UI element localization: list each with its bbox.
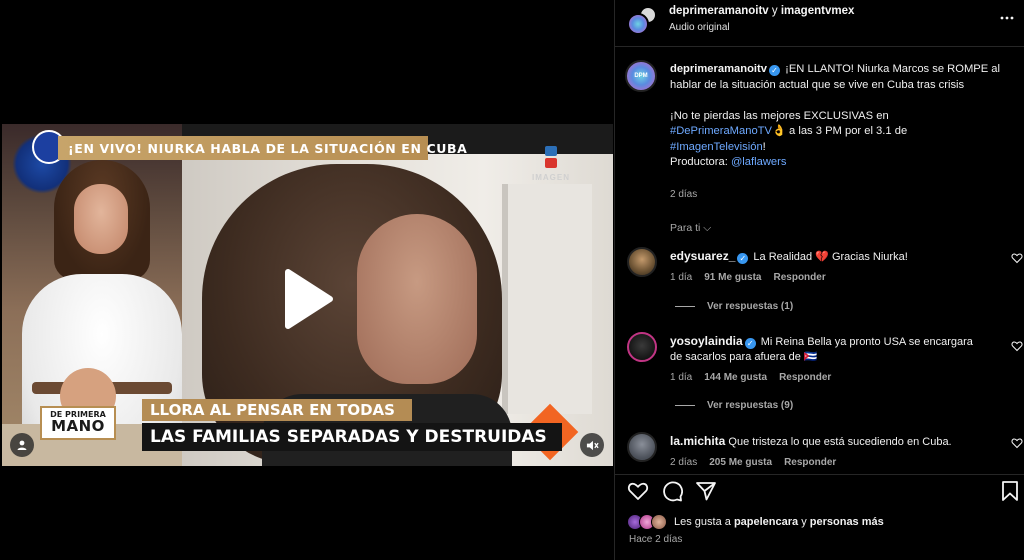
view-replies-label: Ver respuestas (1): [707, 301, 794, 312]
comment-body: La Realidad 💔 Gracias Niurka!: [750, 251, 908, 263]
media-pane: ¡EN VIVO! NIURKA HABLA DE LA SITUACIÓN E…: [0, 0, 614, 560]
hashtag-link[interactable]: #ImagenTelevisión: [670, 141, 763, 153]
muted-speaker-icon[interactable]: [580, 433, 604, 457]
comment-meta: 1 día 144 Me gusta Responder: [670, 372, 831, 383]
top-banner: ¡EN VIVO! NIURKA HABLA DE LA SITUACIÓN E…: [58, 136, 467, 160]
comment-icon[interactable]: [661, 480, 683, 502]
show-logo: DE PRIMERA MANO: [40, 406, 116, 440]
view-replies-button[interactable]: Ver respuestas (1): [675, 301, 793, 312]
comment-time: 2 días: [670, 457, 698, 468]
likes-summary: Les gusta a papelencara y personas más: [627, 514, 1017, 532]
comment-username[interactable]: yosoylaindia: [670, 334, 743, 348]
author-link-2[interactable]: imagentvmex: [781, 5, 855, 17]
user-tag-glyph: [17, 440, 27, 450]
play-icon[interactable]: [272, 264, 342, 334]
comment-username[interactable]: la.michita: [670, 434, 725, 448]
author-link-1[interactable]: deprimeramanoitv: [669, 5, 769, 17]
imagen-logo-text: IMAGEN: [532, 173, 570, 182]
comment-meta: 1 día 91 Me gusta Responder: [670, 272, 826, 283]
caption-username[interactable]: deprimeramanoitv: [670, 63, 767, 75]
comment-like-heart-icon[interactable]: [1011, 437, 1023, 449]
comment-like-heart-icon[interactable]: [1011, 252, 1023, 264]
muted-speaker-glyph: [586, 440, 599, 450]
imagen-logo: IMAGEN: [529, 146, 573, 186]
comment-username[interactable]: edysuarez_: [670, 249, 735, 263]
imagen-logo-blue: [545, 146, 557, 156]
comment-text: yosoylaindia ✓ Mi Reina Bella ya pronto U…: [670, 334, 980, 365]
post-header: deprimeramanoitv y imagentvmex Audio ori…: [615, 0, 1024, 40]
comment-meta: 2 días 205 Me gusta Responder: [670, 457, 836, 468]
liker-username-link[interactable]: papelencara: [734, 516, 798, 528]
guest-face: [357, 214, 477, 384]
imagen-logo-red: [545, 158, 557, 168]
comments-filter-dropdown[interactable]: Para ti ⌵: [670, 222, 711, 235]
producer-label: Productora:: [670, 156, 731, 168]
actions-divider: [615, 474, 1024, 475]
comment-avatar[interactable]: [627, 332, 657, 362]
likes-text: Les gusta a papelencara y personas más: [674, 516, 884, 528]
caption-timestamp: 2 días: [670, 189, 698, 200]
post-actions-bar: [615, 478, 1024, 506]
share-icon[interactable]: [695, 480, 717, 502]
lower-third-line1: LLORA AL PENSAR EN TODAS: [142, 399, 412, 421]
post-side-pane: deprimeramanoitv y imagentvmex Audio ori…: [614, 0, 1024, 560]
comment-reply-button[interactable]: Responder: [779, 372, 831, 383]
likes-connector: y: [798, 516, 810, 528]
header-divider: [615, 46, 1024, 47]
comment-likes[interactable]: 144 Me gusta: [704, 372, 767, 383]
audio-link[interactable]: Audio original: [669, 22, 730, 33]
bookmark-icon[interactable]: [999, 480, 1021, 502]
view-replies-line: [675, 404, 695, 406]
liker-avatar[interactable]: [651, 514, 667, 530]
comment-likes[interactable]: 91 Me gusta: [704, 272, 761, 283]
comment-time: 1 día: [670, 372, 693, 383]
collab-avatars[interactable]: [627, 6, 659, 36]
more-options-glyph: [1000, 16, 1014, 20]
comment-likes[interactable]: 205 Me gusta: [709, 457, 772, 468]
more-options-icon[interactable]: [999, 10, 1017, 26]
likes-prefix: Les gusta a: [674, 516, 734, 528]
caption-text-2: ¡No te pierdas las mejores EXCLUSIVAS en: [670, 109, 889, 122]
video-player[interactable]: ¡EN VIVO! NIURKA HABLA DE LA SITUACIÓN E…: [2, 124, 613, 466]
user-tag-icon[interactable]: [10, 433, 34, 457]
comment-body: Que tristeza lo que está sucediendo en C…: [725, 436, 952, 448]
caption-text-4: !: [762, 140, 766, 153]
comment-avatar[interactable]: [627, 247, 657, 277]
comment-reply-button[interactable]: Responder: [774, 272, 826, 283]
verified-badge-icon: ✓: [737, 253, 749, 264]
view-replies-label: Ver respuestas (9): [707, 400, 794, 411]
comment-avatar[interactable]: [627, 432, 657, 462]
post-authors: deprimeramanoitv y imagentvmex: [669, 5, 854, 17]
comment-text: la.michita Que tristeza lo que está suce…: [670, 434, 980, 450]
producer-mention-link[interactable]: @laflawers: [731, 156, 787, 168]
caption-avatar[interactable]: DPM: [625, 60, 657, 92]
avatar-deprimeramanoitv: [627, 13, 649, 35]
caption-text-3: 👌 a las 3 PM por el 3.1 de: [771, 125, 908, 137]
lower-third-line2: LAS FAMILIAS SEPARADAS Y DESTRUIDAS: [142, 423, 562, 451]
comment-like-heart-icon[interactable]: [1011, 340, 1023, 352]
verified-badge-icon: ✓: [769, 65, 780, 76]
view-replies-line: [675, 305, 695, 307]
show-logo-line2: MANO: [51, 417, 105, 435]
author-separator: y: [771, 5, 778, 17]
post-timestamp: Hace 2 días: [629, 534, 683, 545]
comment-reply-button[interactable]: Responder: [784, 457, 836, 468]
door-frame: [502, 184, 592, 414]
comment-time: 1 día: [670, 272, 693, 283]
view-replies-button[interactable]: Ver respuestas (9): [675, 400, 793, 411]
verified-badge-icon: ✓: [744, 338, 756, 349]
instagram-post-modal: ¡EN VIVO! NIURKA HABLA DE LA SITUACIÓN E…: [0, 0, 1024, 560]
caption-text: deprimeramanoitv ✓ ¡EN LLANTO! Niurka Mar…: [670, 62, 1000, 171]
hashtag-link[interactable]: #DePrimeraManoTV: [670, 125, 772, 137]
heart-icon[interactable]: [627, 480, 649, 502]
host-face: [74, 184, 128, 254]
comment-text: edysuarez_ ✓ La Realidad 💔 Gracias Niurka…: [670, 249, 980, 265]
caption-avatar-text: DPM: [634, 73, 648, 79]
likes-others-link[interactable]: personas más: [810, 516, 884, 528]
